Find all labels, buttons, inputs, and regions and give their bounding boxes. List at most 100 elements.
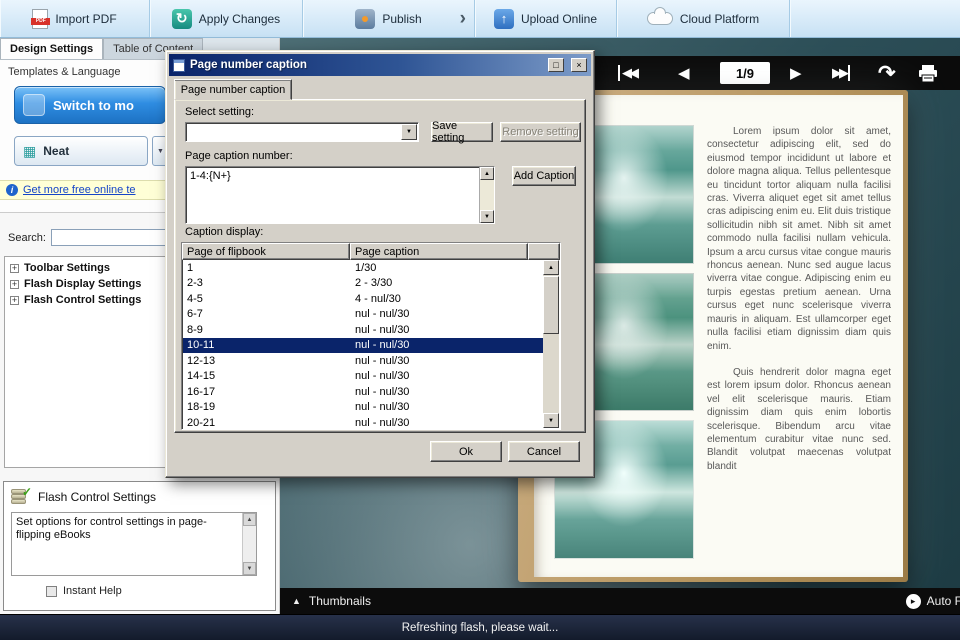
cell-caption: 4 - nul/30: [355, 292, 401, 305]
select-setting-label: Select setting:: [185, 106, 255, 118]
tree-item-label: Flash Control Settings: [24, 294, 142, 306]
instant-help-checkbox[interactable]: [46, 585, 57, 597]
flip-forward-icon[interactable]: ↷: [878, 56, 896, 90]
maximize-icon[interactable]: □: [548, 58, 564, 72]
cell-caption: 2 - 3/30: [355, 277, 393, 290]
next-page-button[interactable]: ▶: [790, 56, 802, 90]
previous-page-button[interactable]: ◀: [678, 56, 690, 90]
neat-template-button[interactable]: ▦ Neat: [14, 136, 148, 166]
dialog-tab-panel: Select setting: ▼ Save setting Remove se…: [174, 99, 586, 433]
page-caption-number-label: Page caption number:: [185, 150, 293, 162]
thumbnails-button[interactable]: ▲ Thumbnails: [292, 594, 371, 608]
table-row[interactable]: 14-15 nul - nul/30: [183, 369, 543, 385]
publish-label: Publish: [382, 11, 422, 26]
cancel-button[interactable]: Cancel: [508, 441, 580, 462]
table-row[interactable]: 20-21 nul - nul/30: [183, 415, 543, 428]
dialog-title: Page number caption: [190, 59, 307, 71]
upload-online-button[interactable]: ↑ Upload Online: [475, 0, 617, 37]
table-row[interactable]: 12-13 nul - nul/30: [183, 353, 543, 369]
scroll-down-icon[interactable]: ▼: [543, 413, 559, 428]
scroll-up-icon[interactable]: ▲: [543, 260, 559, 275]
scroll-up-icon[interactable]: ▲: [480, 167, 494, 180]
column-header-filler: [528, 243, 560, 260]
table-row-selected[interactable]: 10-11 nul - nul/30: [183, 337, 543, 353]
auto-flip-button[interactable]: ▸ Auto Flip: [905, 593, 960, 609]
table-row[interactable]: 8-9 nul - nul/30: [183, 322, 543, 338]
scroll-down-icon[interactable]: ▼: [243, 562, 256, 575]
table-row[interactable]: 18-19 nul - nul/30: [183, 400, 543, 416]
lorem-paragraph-1: Lorem ipsum dolor sit amet, consectetur …: [707, 126, 891, 352]
import-pdf-button[interactable]: PDF Import PDF: [0, 0, 150, 37]
scroll-down-icon[interactable]: ▼: [480, 210, 494, 223]
add-caption-button[interactable]: Add Caption: [512, 166, 576, 186]
pdf-icon: PDF: [31, 8, 51, 29]
publish-icon: [355, 8, 376, 29]
table-row[interactable]: 1 1/30: [183, 260, 543, 276]
neat-template-label: Neat: [43, 144, 70, 158]
first-page-button[interactable]: ◀◀: [618, 56, 639, 90]
instant-help-row: Instant Help: [46, 585, 275, 597]
publish-button[interactable]: Publish ›: [303, 0, 475, 37]
scroll-up-icon[interactable]: ▲: [243, 513, 256, 526]
tab-design-settings[interactable]: Design Settings: [0, 38, 104, 59]
apply-changes-button[interactable]: ↻ Apply Changes: [150, 0, 303, 37]
cell-caption: nul - nul/30: [355, 416, 410, 428]
cell-page: 8-9: [187, 323, 203, 336]
setting-select[interactable]: ▼: [185, 122, 419, 142]
scrollbar-track[interactable]: [543, 334, 559, 413]
switch-template-label: Switch to mo: [53, 97, 134, 113]
cell-caption: 1/30: [355, 261, 377, 274]
print-button[interactable]: [918, 56, 938, 90]
cell-caption: nul - nul/30: [355, 370, 410, 383]
cell-page: 2-3: [187, 277, 203, 290]
auto-flip-icon: ▸: [905, 593, 921, 609]
dialog-icon: [173, 58, 185, 72]
more-templates-link[interactable]: Get more free online te: [23, 184, 136, 196]
table-row[interactable]: 4-5 4 - nul/30: [183, 291, 543, 307]
column-header-page[interactable]: Page of flipbook: [182, 243, 350, 260]
cell-page: 10-11: [187, 339, 215, 352]
cloud-icon: [646, 7, 673, 25]
switch-template-button[interactable]: Switch to mo: [14, 86, 166, 124]
viewer-bottom-bar: ▲ Thumbnails ▸ Auto Flip: [280, 588, 960, 614]
neat-icon: ▦: [23, 143, 37, 159]
expand-icon[interactable]: +: [10, 263, 19, 273]
dialog-title-bar[interactable]: Page number caption □ ×: [169, 54, 591, 76]
table-row[interactable]: 2-3 2 - 3/30: [183, 276, 543, 292]
cell-page: 6-7: [187, 308, 203, 321]
help-scrollbar[interactable]: ▲ ▼: [242, 513, 256, 575]
ok-button[interactable]: Ok: [430, 441, 502, 462]
instant-help-label: Instant Help: [63, 585, 122, 597]
scrollbar-thumb[interactable]: [543, 276, 559, 334]
expand-icon[interactable]: +: [10, 295, 19, 305]
save-setting-button[interactable]: Save setting: [431, 120, 493, 144]
column-header-caption[interactable]: Page caption: [350, 243, 528, 260]
last-page-button[interactable]: ▶▶: [832, 56, 850, 90]
import-pdf-label: Import PDF: [55, 11, 117, 26]
search-input[interactable]: [50, 229, 171, 246]
combo-dropdown-icon[interactable]: ▼: [401, 124, 417, 140]
tab-page-number-caption[interactable]: Page number caption: [174, 79, 292, 100]
table-row[interactable]: 16-17 nul - nul/30: [183, 384, 543, 400]
caption-input-scrollbar[interactable]: ▲ ▼: [479, 167, 494, 223]
table-row[interactable]: 6-7 nul - nul/30: [183, 307, 543, 323]
help-description-text: Set options for control settings in page…: [16, 516, 207, 541]
setting-select-value: [186, 123, 400, 141]
close-icon[interactable]: ×: [571, 58, 587, 72]
page-indicator[interactable]: 1/9: [720, 56, 770, 90]
table-scrollbar[interactable]: ▲ ▼: [543, 260, 559, 428]
previous-page-glyph: ◀: [678, 64, 690, 82]
page-caption-number-input[interactable]: 1-4:{N+} ▲ ▼: [185, 166, 495, 224]
cloud-platform-button[interactable]: Cloud Platform: [617, 0, 790, 37]
flip-forward-glyph: ↷: [878, 61, 896, 85]
expand-icon[interactable]: +: [10, 279, 19, 289]
chevron-right-icon[interactable]: ›: [460, 8, 466, 30]
printer-icon: [919, 64, 937, 82]
cell-caption: nul - nul/30: [355, 308, 410, 321]
page-number-caption-dialog: Page number caption □ × Page number capt…: [165, 50, 595, 478]
main-toolbar: PDF Import PDF ↻ Apply Changes Publish ›…: [0, 0, 960, 38]
caption-table-header: Page of flipbook Page caption: [182, 243, 560, 260]
tree-item-label: Toolbar Settings: [24, 262, 110, 274]
cell-page: 16-17: [187, 385, 216, 398]
help-description-box: Set options for control settings in page…: [11, 512, 257, 576]
